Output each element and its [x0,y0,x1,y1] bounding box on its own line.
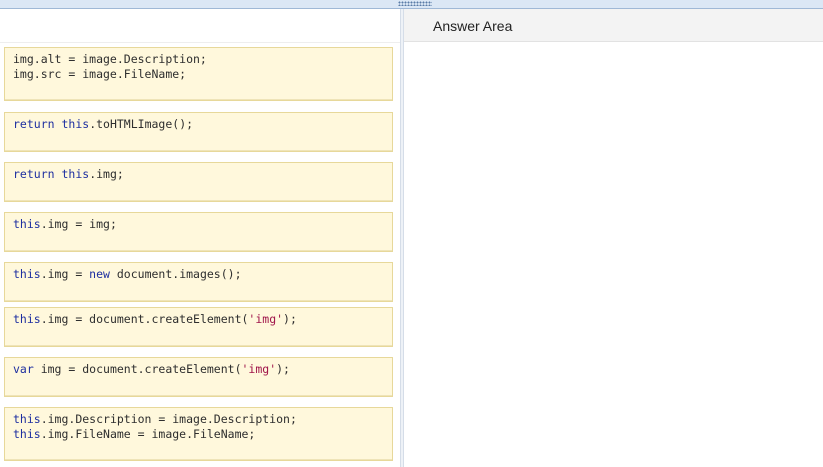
resize-grip-icon[interactable] [398,1,432,6]
code-text: .img; [89,167,124,181]
code-text: .img.FileName = image.FileName; [40,427,256,441]
code-text: ); [283,312,297,326]
code-keyword: new [89,267,110,281]
code-tile-2[interactable]: return this.toHTMLImage(); [4,112,393,152]
code-text: .toHTMLImage(); [89,117,194,131]
code-line: this.img = new document.images(); [13,267,384,282]
code-tile-1[interactable]: img.alt = image.Description; img.src = im… [4,47,393,101]
code-keyword: this [61,117,90,131]
code-tile-8[interactable]: this.img.Description = image.Description… [4,407,393,461]
code-line: img.src = image.FileName; [13,67,384,82]
code-tile-7[interactable]: var img = document.createElement('img'); [4,357,393,397]
code-tile-6[interactable]: this.img = document.createElement('img')… [4,307,393,347]
code-text: .img = img; [40,217,117,231]
code-text: img.src = image.FileName; [13,67,187,81]
source-pane-header [0,9,400,43]
code-text: document.images(); [109,267,242,281]
code-keyword: return [13,117,55,131]
code-keyword: return [13,167,55,181]
code-line: this.img.FileName = image.FileName; [13,427,384,442]
code-text: img = document.createElement( [33,362,242,376]
code-line: this.img.Description = image.Description… [13,412,384,427]
code-line: this.img = document.createElement('img')… [13,312,384,327]
code-keyword: this [13,312,41,326]
answer-drop-zone[interactable] [404,42,823,467]
code-tile-4[interactable]: this.img = img; [4,212,393,252]
code-keyword: this [13,427,41,441]
code-text: img.alt = image.Description; [13,52,207,66]
code-tile-3[interactable]: return this.img; [4,162,393,202]
code-keyword: this [13,267,41,281]
answer-area-pane: Answer Area [404,9,823,467]
code-line: this.img = img; [13,217,384,232]
top-toolbar [0,0,823,9]
code-keyword: var [13,362,34,376]
code-string: 'img' [248,312,284,326]
code-text: .img.Description = image.Description; [40,412,297,426]
code-tile-5[interactable]: this.img = new document.images(); [4,262,393,302]
code-string: 'img' [241,362,277,376]
code-line: var img = document.createElement('img'); [13,362,384,377]
code-keyword: this [61,167,90,181]
code-keyword: this [13,412,41,426]
code-text: ); [276,362,290,376]
code-line: return this.img; [13,167,384,182]
code-text: .img = document.createElement( [40,312,249,326]
code-line: return this.toHTMLImage(); [13,117,384,132]
answer-area-title: Answer Area [404,9,823,42]
code-line: img.alt = image.Description; [13,52,384,67]
code-text: .img = [40,267,90,281]
code-keyword: this [13,217,41,231]
code-tile-source-pane: img.alt = image.Description; img.src = im… [0,9,400,467]
